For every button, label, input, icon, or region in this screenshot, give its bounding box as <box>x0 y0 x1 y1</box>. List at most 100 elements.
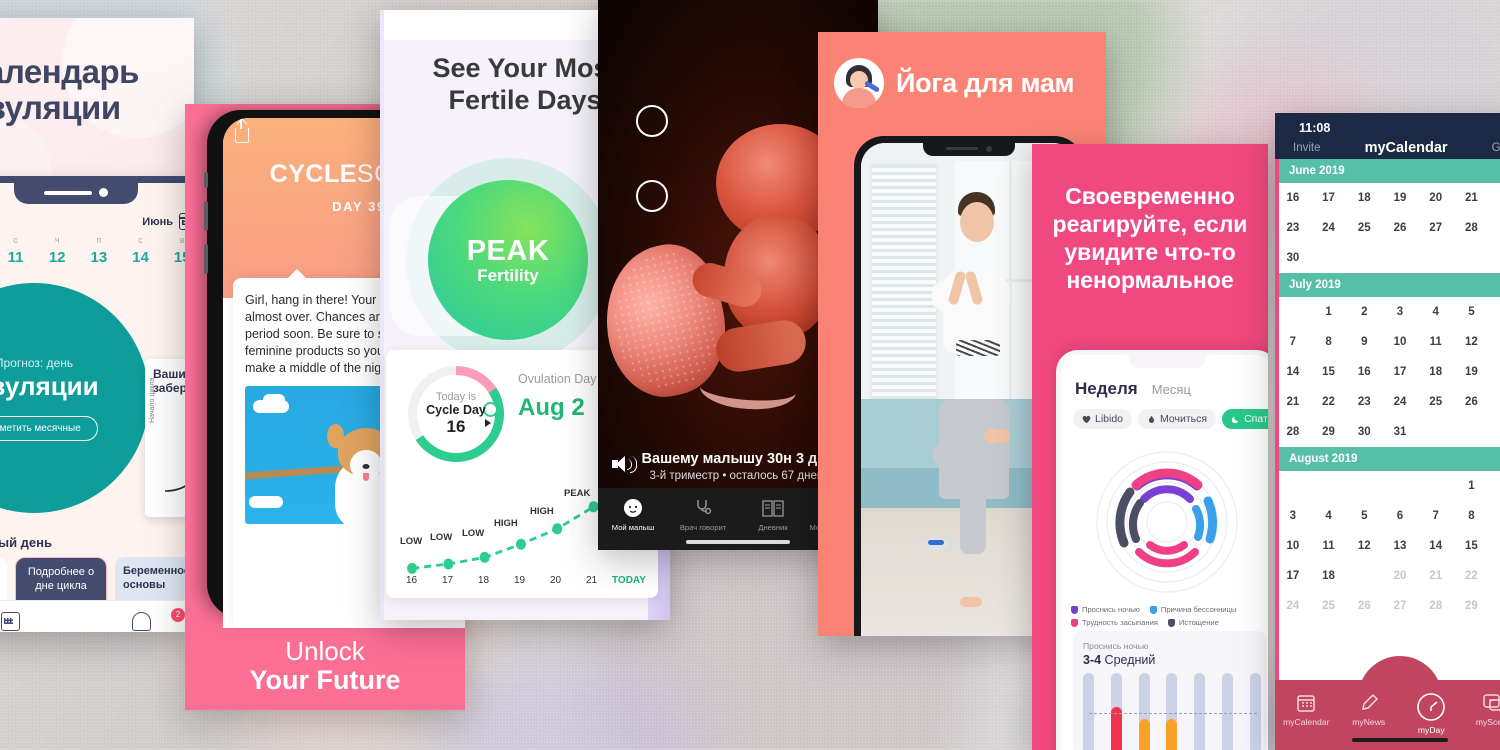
date-cell[interactable]: 30 <box>1489 591 1500 621</box>
date-cell[interactable]: 25 <box>1346 213 1382 243</box>
chip-urinate[interactable]: Мочиться <box>1138 409 1217 429</box>
tab-myscene[interactable]: myScene <box>1463 680 1500 750</box>
date-cell[interactable]: 27 <box>1382 591 1418 621</box>
month-grid-august[interactable]: 1 2 3 4 5 6 7 8 9 10 11 12 13 14 15 16 1… <box>1275 471 1500 621</box>
date-cell[interactable]: 31 <box>1382 417 1418 447</box>
date-cell[interactable]: 22 <box>1489 183 1500 213</box>
date-cell[interactable]: 20 <box>1418 183 1454 213</box>
date-cell[interactable]: 9 <box>1346 327 1382 357</box>
date-cell[interactable]: 21 <box>1418 561 1454 591</box>
date-cell[interactable]: 17 <box>1275 561 1311 591</box>
date-strip[interactable]: 10 11 12 13 14 15 <box>0 249 194 266</box>
date-cell[interactable]: 20 <box>1489 357 1500 387</box>
date-cell[interactable]: 26 <box>1346 591 1382 621</box>
date-cell[interactable]: 13 <box>1489 327 1500 357</box>
date-cell[interactable]: 29 <box>1489 213 1500 243</box>
date-cell[interactable]: 14 <box>1275 357 1311 387</box>
date-cell[interactable]: 10 <box>1382 327 1418 357</box>
date-cell[interactable]: 22 <box>1311 387 1347 417</box>
invite-button[interactable]: Invite <box>1293 142 1321 154</box>
date-cell[interactable]: 30 <box>1346 417 1382 447</box>
mark-period-button[interactable]: Отметить месячные <box>0 415 98 441</box>
date-cell[interactable]: 23 <box>1489 561 1500 591</box>
filter-chips[interactable]: Libido Мочиться Спать <box>1073 409 1268 429</box>
date-cell[interactable]: 9 <box>1489 501 1500 531</box>
tab-myday[interactable]: myDay <box>1400 680 1463 750</box>
date-cell[interactable]: 8 <box>1311 327 1347 357</box>
date-cell[interactable]: 28 <box>1418 591 1454 621</box>
date-cell[interactable]: 2 <box>1489 471 1500 501</box>
date-cell[interactable]: 4 <box>1418 297 1454 327</box>
tab-tips[interactable]: Советы 2 <box>76 607 194 633</box>
date-cell[interactable]: 23 <box>1346 387 1382 417</box>
date-cell[interactable]: 29 <box>1454 591 1490 621</box>
date-cell[interactable]: 29 <box>1311 417 1347 447</box>
date-cell[interactable]: 17 <box>1311 183 1347 213</box>
chip-libido[interactable]: Libido <box>1073 409 1133 429</box>
date-cell[interactable]: 19 <box>1454 357 1490 387</box>
date-cell[interactable]: 4 <box>1311 501 1347 531</box>
date-cell[interactable]: 25 <box>1311 591 1347 621</box>
date-cell[interactable]: 28 <box>1275 417 1311 447</box>
date-cell[interactable]: 27 <box>1418 213 1454 243</box>
date-cell[interactable]: 17 <box>1382 357 1418 387</box>
date-cell[interactable]: 18 <box>1311 561 1347 591</box>
date-cell[interactable]: 16 <box>1275 183 1311 213</box>
tab-my-baby[interactable]: Мой малыш <box>598 488 668 550</box>
date-cell[interactable]: 8 <box>1454 501 1490 531</box>
date-cell-selected[interactable]: 19 <box>1346 561 1382 591</box>
date-cell[interactable]: 12 <box>1454 327 1490 357</box>
date-cell[interactable]: 14 <box>1418 531 1454 561</box>
date-cell[interactable]: 24 <box>1382 387 1418 417</box>
chip-sleep[interactable]: Спать <box>1222 409 1268 429</box>
date-cell[interactable]: 3 <box>1382 297 1418 327</box>
date-cell[interactable]: 27 <box>1489 387 1500 417</box>
date-cell[interactable]: 23 <box>1275 213 1311 243</box>
date-cell[interactable]: 12 <box>1346 531 1382 561</box>
date-cell[interactable]: 26 <box>1382 213 1418 243</box>
date-cell[interactable]: 15 <box>1311 357 1347 387</box>
date-cell[interactable]: 12 <box>36 249 78 266</box>
date-cell[interactable]: 5 <box>1346 501 1382 531</box>
date-cell[interactable]: 5 <box>1454 297 1490 327</box>
date-cell[interactable]: 1 <box>1454 471 1490 501</box>
tab-today[interactable]: Сегодня <box>0 611 76 633</box>
date-cell[interactable]: 18 <box>1346 183 1382 213</box>
date-cell[interactable]: 28 <box>1454 213 1490 243</box>
tab-week[interactable]: Неделя <box>1075 379 1138 399</box>
date-cell[interactable]: 30 <box>1275 243 1311 273</box>
tab-mycalendar[interactable]: myCalendar <box>1275 680 1338 750</box>
date-cell[interactable]: 7 <box>1418 501 1454 531</box>
date-cell[interactable]: 2 <box>1346 297 1382 327</box>
date-cell[interactable]: 1 <box>1311 297 1347 327</box>
date-cell[interactable]: 16 <box>1489 531 1500 561</box>
month-grid-june[interactable]: 16 17 18 19 20 21 22 23 24 25 26 27 28 2… <box>1275 183 1500 273</box>
date-cell[interactable]: 10 <box>1275 531 1311 561</box>
date-cell[interactable]: 11 <box>1418 327 1454 357</box>
date-cell[interactable]: 21 <box>1454 183 1490 213</box>
date-cell[interactable]: 3 <box>1275 501 1311 531</box>
go-button[interactable]: Go <box>1492 142 1500 154</box>
date-cell[interactable]: 20 <box>1382 561 1418 591</box>
date-cell[interactable]: 22 <box>1454 561 1490 591</box>
period-tabs[interactable]: Неделя Месяц <box>1075 379 1191 399</box>
date-cell[interactable]: 26 <box>1454 387 1490 417</box>
date-cell[interactable]: 13 <box>78 249 120 266</box>
date-cell[interactable]: 13 <box>1382 531 1418 561</box>
date-cell[interactable]: 19 <box>1382 183 1418 213</box>
date-cell[interactable]: 6 <box>1489 297 1500 327</box>
tab-month[interactable]: Месяц <box>1152 382 1191 397</box>
share-icon[interactable] <box>235 119 249 143</box>
date-cell[interactable]: 6 <box>1382 501 1418 531</box>
month-grid-july[interactable]: 1 2 3 4 5 6 7 8 9 10 11 12 13 14 15 16 1… <box>1275 297 1500 447</box>
date-cell[interactable]: 16 <box>1346 357 1382 387</box>
date-cell[interactable]: 21 <box>1275 387 1311 417</box>
tab-mynews[interactable]: myNews <box>1338 680 1401 750</box>
date-cell[interactable]: 15 <box>1454 531 1490 561</box>
date-cell[interactable]: 25 <box>1418 387 1454 417</box>
date-cell[interactable]: 24 <box>1311 213 1347 243</box>
date-cell[interactable]: 7 <box>1275 327 1311 357</box>
date-cell[interactable]: 11 <box>0 249 36 266</box>
date-cell[interactable]: 18 <box>1418 357 1454 387</box>
date-cell[interactable]: 11 <box>1311 531 1347 561</box>
